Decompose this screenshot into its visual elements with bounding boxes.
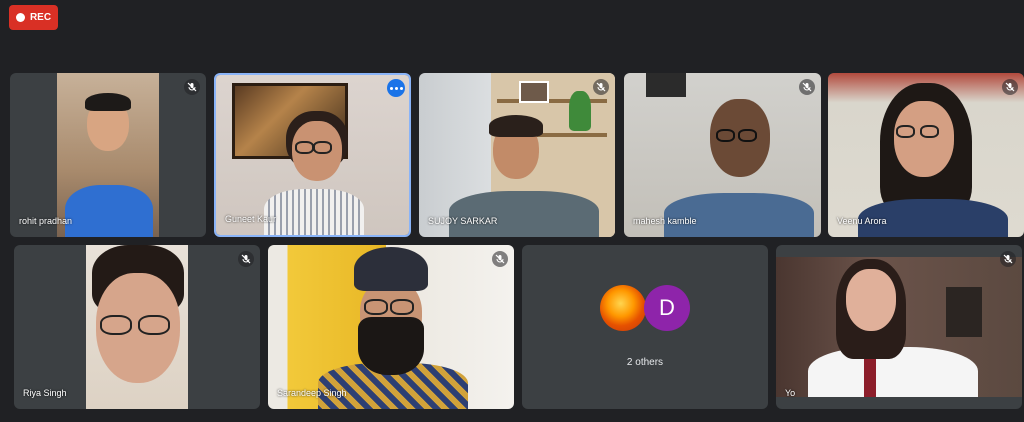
participant-tile-rohit-pradhan[interactable]: rohit pradhan xyxy=(10,73,206,237)
recording-label: REC xyxy=(29,12,52,23)
participant-video xyxy=(828,73,1024,237)
participant-avatar xyxy=(600,285,646,331)
muted-mic-icon xyxy=(1000,251,1016,267)
participant-tile-yo[interactable]: Yo xyxy=(776,245,1022,409)
participant-avatar-initial: D xyxy=(644,285,690,331)
recording-indicator: REC xyxy=(9,5,58,30)
others-avatars: D xyxy=(522,285,768,331)
participant-video xyxy=(419,73,615,237)
participant-video xyxy=(776,257,1022,397)
participant-tile-guneet-kaur[interactable]: Guneet Kaur xyxy=(214,73,411,237)
others-count-label: 2 others xyxy=(626,357,664,368)
participant-name: Riya Singh xyxy=(23,388,67,398)
more-options-icon[interactable] xyxy=(387,79,405,97)
muted-mic-icon xyxy=(799,79,815,95)
participant-tile-veenu-arora[interactable]: Veenu Arora xyxy=(828,73,1024,237)
muted-mic-icon xyxy=(238,251,254,267)
participant-name: Veenu Arora xyxy=(837,216,887,226)
muted-mic-icon xyxy=(184,79,200,95)
record-dot-icon xyxy=(15,13,25,22)
participant-name: SUJOY SARKAR xyxy=(428,216,498,226)
muted-mic-icon xyxy=(492,251,508,267)
participant-video xyxy=(216,75,409,235)
muted-mic-icon xyxy=(1002,79,1018,95)
others-tile[interactable]: D 2 others xyxy=(522,245,768,409)
participant-tile-mahesh-kamble[interactable]: mahesh kamble xyxy=(624,73,821,237)
participant-tile-riya-singh[interactable]: Riya Singh xyxy=(14,245,260,409)
participant-tile-sarandeep-singh[interactable]: Sarandeep Singh xyxy=(268,245,514,409)
participant-name: mahesh kamble xyxy=(633,216,697,226)
participant-video xyxy=(624,73,821,237)
participant-video xyxy=(57,73,159,237)
participant-tile-sujoy-sarkar[interactable]: SUJOY SARKAR xyxy=(419,73,615,237)
participant-name: Yo xyxy=(785,388,796,398)
participant-name: rohit pradhan xyxy=(19,216,73,226)
participant-name: Sarandeep Singh xyxy=(277,388,347,398)
participant-video xyxy=(86,245,188,409)
participant-video xyxy=(268,245,514,409)
participant-name: Guneet Kaur xyxy=(225,214,277,224)
muted-mic-icon xyxy=(593,79,609,95)
